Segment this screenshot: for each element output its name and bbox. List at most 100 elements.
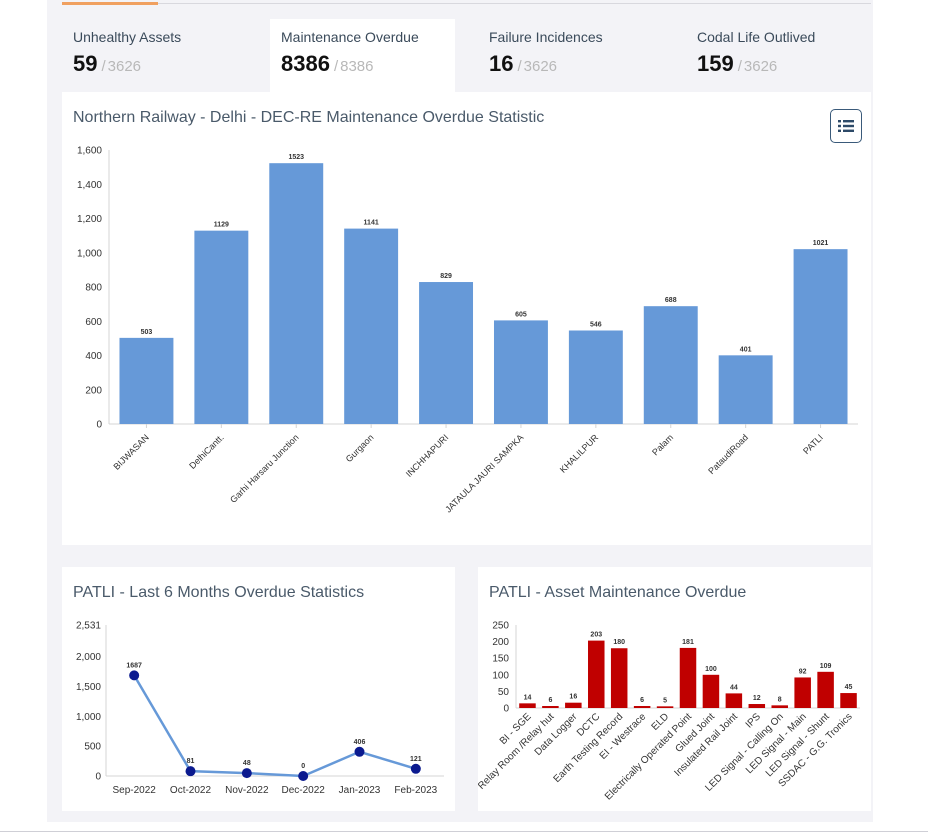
y-tick-label: 400 [85, 351, 102, 362]
bar [679, 647, 697, 708]
card-failure-incidences[interactable]: Failure Incidences 16/3626 [478, 19, 678, 92]
card-label: Codal Life Outlived [697, 29, 816, 45]
data-point [354, 746, 365, 757]
y-tick-label: 1,200 [77, 214, 102, 225]
bar [588, 640, 605, 708]
x-tick-label: DelhiCantt. [187, 432, 226, 471]
bar [568, 330, 623, 424]
y-tick-label: 100 [492, 670, 509, 681]
data-label: 829 [440, 273, 452, 280]
bar [643, 306, 698, 424]
data-label: 8 [778, 696, 782, 703]
card-value: 159 [697, 51, 734, 76]
card-separator: / [737, 58, 742, 75]
x-tick-label: Nov-2022 [225, 785, 269, 796]
y-tick-label: 50 [498, 687, 510, 698]
y-tick-label: 0 [95, 772, 101, 783]
data-label: 203 [590, 632, 602, 639]
x-tick-label: Sep-2022 [112, 785, 156, 796]
x-tick-label: INCHHAPURI [404, 432, 451, 479]
x-tick-label: Garhi Harsaru Junction [228, 432, 301, 505]
y-tick-label: 800 [85, 283, 102, 294]
bar [194, 230, 249, 424]
bar [793, 249, 848, 424]
data-label: 546 [590, 321, 602, 328]
active-tab-indicator [62, 2, 158, 5]
data-label: 1687 [126, 662, 142, 669]
y-tick-label: 2,000 [76, 652, 101, 663]
data-point [298, 771, 309, 781]
data-label: 12 [753, 695, 761, 702]
bar [771, 705, 788, 708]
y-tick-label: 1,000 [76, 712, 101, 723]
data-label: 81 [187, 758, 195, 765]
data-label: 1141 [364, 220, 379, 227]
bar [702, 674, 720, 708]
bar [748, 704, 766, 708]
series-line [133, 674, 417, 778]
data-label: 48 [243, 760, 251, 767]
y-tick-label: 200 [492, 637, 509, 648]
bar [565, 702, 582, 708]
data-label: 6 [640, 697, 644, 704]
card-value: 59 [73, 51, 98, 76]
bar [269, 163, 324, 424]
data-label: 401 [740, 346, 752, 353]
x-tick-label: BIJWASAN [111, 432, 150, 471]
data-point [129, 670, 140, 681]
x-tick-label: Gurgaon [344, 432, 376, 464]
main-chart-panel: Northern Railway - Delhi - DEC-RE Mainte… [62, 92, 871, 545]
bar [519, 703, 536, 708]
bar [718, 355, 773, 424]
card-unhealthy-assets[interactable]: Unhealthy Assets 59/3626 [62, 19, 269, 92]
data-label: 503 [141, 329, 153, 336]
data-label: 1129 [214, 222, 229, 229]
bar [610, 648, 628, 708]
data-label: 406 [354, 739, 366, 746]
card-separator: / [101, 58, 106, 75]
asset-chart-panel: PATLI - Asset Maintenance Overdue 250 200… [478, 567, 871, 811]
bar [633, 706, 651, 708]
data-point [185, 766, 196, 777]
bar [419, 282, 474, 424]
bar [344, 228, 399, 424]
x-tick-label: JATAULA JAURI SAMPKA [443, 432, 525, 514]
card-label: Failure Incidences [489, 29, 603, 45]
y-tick-label: 250 [492, 621, 509, 632]
data-label: 109 [820, 663, 832, 670]
x-tick-label: Palam [650, 432, 675, 457]
y-tick-label: 0 [503, 704, 509, 715]
bar [119, 337, 174, 424]
card-label: Maintenance Overdue [281, 29, 419, 45]
y-tick-label: 2,531 [76, 621, 101, 632]
asset-bar-chart: 25020015010050014BI - SGE6Relay Room /Re… [478, 621, 860, 802]
main-bar-chart: 1,600 1,400 1,200 1,000 800 600 400 200 0 503 BIJW… [77, 146, 858, 515]
data-label: 181 [682, 639, 694, 646]
data-label: 1021 [813, 240, 829, 247]
y-tick-label: 1,400 [77, 180, 102, 191]
card-value: 8386 [281, 51, 330, 76]
y-tick-label: 200 [85, 385, 102, 396]
data-label: 605 [515, 311, 527, 318]
trend-line-chart: 2,531 2,000 1,500 1,000 500 0 1687 Sep-2022 81 Oc… [76, 621, 444, 796]
bar [656, 706, 674, 708]
y-tick-label: 500 [84, 742, 101, 753]
data-label: 1523 [288, 154, 304, 161]
card-maintenance-overdue[interactable]: Maintenance Overdue 8386/8386 [270, 19, 455, 92]
bar [840, 693, 857, 708]
data-label: 121 [410, 756, 422, 763]
x-tick-label: PATLI [801, 432, 825, 456]
data-label: 16 [569, 694, 577, 701]
x-tick-label: Jan-2023 [339, 785, 381, 796]
data-label: 5 [663, 697, 667, 704]
bar [817, 671, 834, 708]
card-codal-life-outlived[interactable]: Codal Life Outlived 159/3626 [686, 19, 871, 92]
x-tick-label: Dec-2022 [281, 785, 325, 796]
x-tick-label: Feb-2023 [394, 785, 437, 796]
data-label: 180 [613, 639, 625, 646]
card-value: 16 [489, 51, 514, 76]
card-separator: / [333, 58, 339, 75]
bar [725, 693, 743, 708]
trend-chart-panel: PATLI - Last 6 Months Overdue Statistics… [62, 567, 455, 811]
data-point [410, 763, 421, 774]
